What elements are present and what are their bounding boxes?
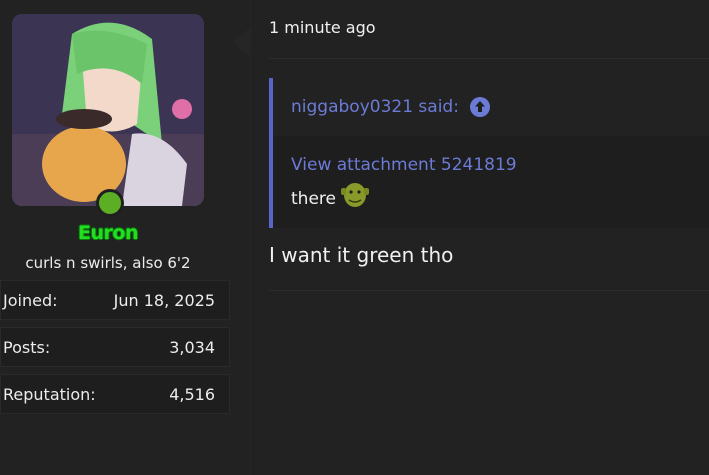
post-timestamp[interactable]: 1 minute ago bbox=[269, 18, 376, 37]
attachment-link[interactable]: View attachment 5241819 bbox=[291, 155, 517, 175]
message-body: I want it green tho bbox=[269, 243, 454, 267]
stat-value: 4,516 bbox=[169, 385, 215, 404]
user-title: curls n swirls, also 6'2 bbox=[25, 254, 191, 272]
stat-label: Joined: bbox=[3, 291, 58, 310]
quote-header: niggaboy0321 said: bbox=[273, 78, 709, 136]
post-divider bbox=[269, 290, 709, 291]
sidebar-divider bbox=[250, 0, 251, 475]
online-status-indicator bbox=[96, 189, 124, 217]
stat-label: Reputation: bbox=[3, 385, 96, 404]
stat-reputation: Reputation: 4,516 bbox=[0, 374, 230, 414]
user-sidebar: Euron curls n swirls, also 6'2 Joined: J… bbox=[0, 0, 250, 475]
arrow-up-circle-icon[interactable] bbox=[470, 97, 490, 117]
message-pointer-arrow bbox=[232, 28, 250, 56]
avatar[interactable] bbox=[12, 14, 204, 206]
quote-text: there bbox=[291, 189, 336, 209]
quote-block: niggaboy0321 said: View attachment 52418… bbox=[269, 78, 709, 228]
avatar-image bbox=[12, 14, 204, 206]
stat-posts: Posts: 3,034 bbox=[0, 327, 230, 367]
shrek-face-emoji-icon bbox=[341, 183, 369, 207]
stat-joined: Joined: Jun 18, 2025 bbox=[0, 280, 230, 320]
stat-label: Posts: bbox=[3, 338, 51, 357]
quote-author-link[interactable]: niggaboy0321 said: bbox=[291, 97, 459, 117]
header-divider bbox=[269, 58, 709, 59]
username[interactable]: Euron bbox=[0, 222, 216, 244]
stat-value: 3,034 bbox=[169, 338, 215, 357]
stat-value: Jun 18, 2025 bbox=[113, 291, 215, 310]
